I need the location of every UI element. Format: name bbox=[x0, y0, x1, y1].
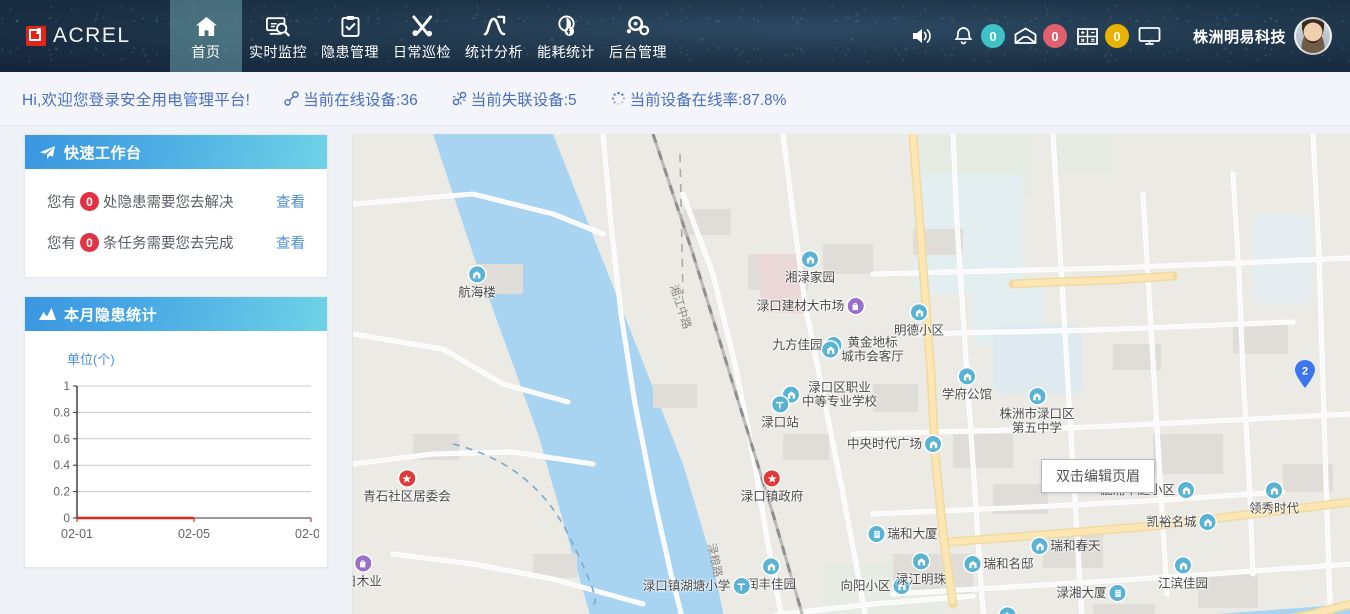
nav-item-statistics[interactable]: 统计分析 bbox=[458, 0, 530, 72]
workbench-row-tasks: 您有 0 条任务需要您去完成 查看 bbox=[41, 226, 311, 259]
monitor-search-icon bbox=[266, 14, 290, 38]
svg-text:02-09: 02-09 bbox=[295, 527, 319, 541]
trend-icon bbox=[483, 14, 506, 38]
quick-workbench-card: 快速工作台 您有 0 处隐患需要您去解决 查看 您有 0 条任务需要您去完成 查… bbox=[24, 134, 328, 278]
svg-text:0.2: 0.2 bbox=[53, 485, 70, 499]
welcome-infobar: Hi,欢迎您登录安全用电管理平台! 当前在线设备:36 当前失联设备:5 当前设… bbox=[0, 72, 1350, 126]
stat-offline-devices: 当前失联设备:5 bbox=[452, 88, 577, 110]
apps-button[interactable]: 0 bbox=[1067, 24, 1129, 48]
workbench-row-0-prefix: 您有 bbox=[47, 195, 76, 211]
nav-item-backend-mgmt[interactable]: 后台管理 bbox=[602, 0, 674, 72]
main-nav: 首页 实时监控 隐患管理 日常巡检 统计分析 能耗统计 后台管理 bbox=[170, 0, 674, 72]
mail-badge: 0 bbox=[1042, 24, 1067, 48]
user-name[interactable]: 株洲明易科技 bbox=[1193, 26, 1286, 47]
page-body: 快速工作台 您有 0 处隐患需要您去解决 查看 您有 0 条任务需要您去完成 查… bbox=[0, 126, 1350, 614]
workbench-row-1-suffix: 条任务需要您去完成 bbox=[103, 236, 234, 252]
app-logo[interactable]: ACREL bbox=[0, 0, 170, 72]
energy-icon bbox=[555, 14, 578, 38]
map-basemap: 湘江中路渌粮路 bbox=[353, 134, 1350, 614]
nav-item-daily-inspection[interactable]: 日常巡检 bbox=[386, 0, 458, 72]
home-icon bbox=[195, 14, 218, 38]
hazard-chart-card: 本月隐患统计 单位(个) 0 0.2 0.4 0.6 0.8 1 02-01 02-05 02-… bbox=[24, 296, 328, 568]
hazard-line-chart: 0 0.2 0.4 0.6 0.8 1 02-01 02-05 02-09 bbox=[29, 378, 319, 548]
clipboard-check-icon bbox=[340, 14, 360, 38]
svg-text:2: 2 bbox=[1302, 365, 1308, 377]
messages-button[interactable]: 0 bbox=[1005, 24, 1067, 48]
workbench-row-0-view-link[interactable]: 查看 bbox=[276, 191, 305, 212]
map-tooltip[interactable]: 双击编辑页眉 bbox=[1041, 459, 1155, 493]
chart-area-icon bbox=[39, 307, 56, 321]
hazard-chart-title: 本月隐患统计 bbox=[64, 306, 158, 324]
stat-online-rate: 当前设备在线率:87.8% bbox=[611, 88, 787, 110]
nav-label-statistics: 统计分析 bbox=[465, 44, 523, 60]
avatar[interactable] bbox=[1294, 17, 1332, 55]
tools-icon bbox=[411, 14, 434, 38]
quick-workbench-title: 快速工作台 bbox=[64, 144, 142, 162]
mail-icon bbox=[1005, 27, 1047, 46]
logo-text: ACREL bbox=[53, 24, 131, 47]
nav-label-hazard-mgmt: 隐患管理 bbox=[321, 44, 379, 60]
welcome-text: Hi,欢迎您登录安全用电管理平台! bbox=[22, 91, 251, 109]
map-marker-cluster[interactable]: 2 bbox=[1294, 359, 1316, 389]
bell-icon bbox=[943, 26, 985, 46]
stat-offline-devices-label: 当前失联设备:5 bbox=[470, 91, 577, 109]
nav-item-energy[interactable]: 能耗统计 bbox=[530, 0, 602, 72]
nav-label-realtime-monitor: 实时监控 bbox=[249, 44, 307, 60]
workbench-row-1-count: 0 bbox=[80, 233, 99, 252]
stat-online-devices: 当前在线设备:36 bbox=[284, 88, 418, 110]
workbench-row-0-count: 0 bbox=[80, 192, 99, 211]
nav-label-backend-mgmt: 后台管理 bbox=[609, 44, 667, 60]
nav-item-home[interactable]: 首页 bbox=[170, 0, 242, 72]
svg-text:02-01: 02-01 bbox=[61, 527, 93, 541]
svg-text:1: 1 bbox=[63, 379, 70, 393]
sound-button[interactable] bbox=[901, 26, 943, 46]
workbench-row-1-prefix: 您有 bbox=[47, 236, 76, 252]
quick-workbench-header: 快速工作台 bbox=[25, 135, 327, 169]
workbench-row-0-suffix: 处隐患需要您去解决 bbox=[103, 195, 234, 211]
speaker-icon bbox=[901, 26, 943, 46]
svg-text:0.8: 0.8 bbox=[53, 405, 70, 419]
paper-plane-icon bbox=[39, 145, 56, 160]
svg-text:02-05: 02-05 bbox=[178, 527, 210, 541]
app-header: ACREL 首页 实时监控 隐患管理 日常巡检 统计分析 能耗统计 后台管理 0… bbox=[0, 0, 1350, 72]
sidebar: 快速工作台 您有 0 处隐患需要您去解决 查看 您有 0 条任务需要您去完成 查… bbox=[0, 134, 352, 614]
display-icon bbox=[1129, 26, 1171, 46]
workbench-row-1-view-link[interactable]: 查看 bbox=[276, 232, 305, 253]
bell-badge: 0 bbox=[980, 24, 1005, 48]
gear-icon bbox=[626, 14, 650, 38]
link-icon bbox=[284, 91, 299, 106]
acrel-logo-icon bbox=[26, 26, 46, 46]
header-right-tools: 0 0 0 株洲明易科技 bbox=[901, 0, 1350, 72]
nav-label-energy: 能耗统计 bbox=[537, 44, 595, 60]
svg-text:0: 0 bbox=[63, 511, 70, 525]
notifications-button[interactable]: 0 bbox=[943, 24, 1005, 48]
nav-label-home: 首页 bbox=[191, 44, 221, 60]
stat-online-rate-label: 当前设备在线率:87.8% bbox=[629, 91, 787, 109]
display-button[interactable] bbox=[1129, 26, 1171, 46]
stat-online-devices-label: 当前在线设备:36 bbox=[303, 91, 418, 109]
quick-workbench-body: 您有 0 处隐患需要您去解决 查看 您有 0 条任务需要您去完成 查看 bbox=[25, 169, 327, 277]
spinner-icon bbox=[611, 91, 626, 106]
apps-badge: 0 bbox=[1104, 24, 1129, 48]
nav-item-realtime-monitor[interactable]: 实时监控 bbox=[242, 0, 314, 72]
nav-item-hazard-mgmt[interactable]: 隐患管理 bbox=[314, 0, 386, 72]
apps-grid-icon bbox=[1067, 27, 1109, 46]
hazard-chart-body: 单位(个) 0 0.2 0.4 0.6 0.8 1 02-01 02-05 02-09 bbox=[25, 331, 327, 567]
svg-text:0.4: 0.4 bbox=[53, 458, 70, 472]
chart-unit-label: 单位(个) bbox=[67, 352, 115, 367]
nav-label-daily-inspection: 日常巡检 bbox=[393, 44, 451, 60]
workbench-row-hazards: 您有 0 处隐患需要您去解决 查看 bbox=[41, 185, 311, 218]
svg-text:0.6: 0.6 bbox=[53, 432, 70, 446]
hazard-chart-header: 本月隐患统计 bbox=[25, 297, 327, 331]
map-panel[interactable]: 湘江中路 渌粮路 航海楼 湘渌家园 渌口建材大市场 明德小区 九方佳园 黄金地标城… bbox=[352, 134, 1350, 614]
broken-link-icon bbox=[452, 91, 467, 106]
